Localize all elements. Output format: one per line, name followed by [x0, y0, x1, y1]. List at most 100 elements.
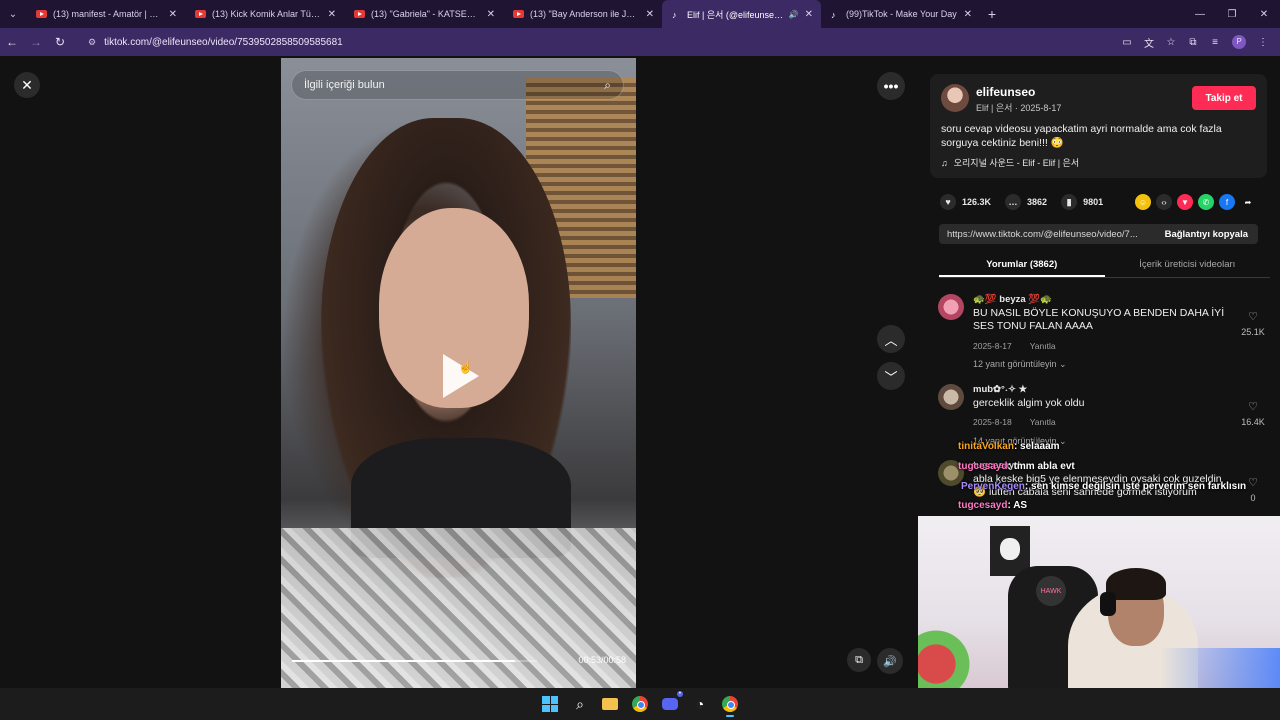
bookmark-star-icon[interactable]: ☆	[1160, 37, 1182, 48]
reply-link[interactable]: Yanıtla	[1030, 417, 1056, 427]
comment-stat[interactable]: … 3862	[1005, 194, 1047, 210]
comment-like-count: 16.4K	[1241, 417, 1265, 427]
reading-list-icon[interactable]: ≡	[1204, 37, 1226, 48]
facebook-icon[interactable]: f	[1219, 194, 1235, 210]
site-info-icon[interactable]: ⚙	[88, 37, 96, 48]
video-progress-bar[interactable]	[292, 660, 537, 662]
related-search-input[interactable]: İlgili içeriği bulun ⌕	[291, 70, 624, 100]
reload-icon[interactable]: ↻	[48, 28, 72, 56]
previous-video-button[interactable]: ︿	[877, 325, 905, 353]
save-count: 9801	[1083, 197, 1104, 207]
author-username[interactable]: elifeunseo	[976, 85, 1035, 99]
hand-cursor-icon: ☝	[458, 360, 473, 374]
tab-title: (13) "Gabriela" - KATSEYE - You	[371, 9, 481, 19]
translate-icon[interactable]: 文	[1138, 35, 1160, 50]
tiktok-icon: ♪	[672, 10, 677, 20]
search-placeholder: İlgili içeriği bulun	[304, 79, 385, 91]
youtube-icon	[354, 10, 365, 18]
profile-avatar[interactable]: P	[1232, 35, 1246, 49]
author-avatar[interactable]	[941, 84, 969, 112]
windows-start-icon[interactable]	[537, 691, 563, 717]
copy-link-box: https://www.tiktok.com/@elifeunseo/video…	[939, 224, 1258, 244]
commenter-avatar[interactable]	[938, 294, 964, 320]
more-options-button[interactable]: •••	[877, 72, 905, 100]
follow-button[interactable]: Takip et	[1192, 86, 1256, 110]
browser-tab-active[interactable]: ♪ Elif | 은서 (@elifeunseo) | Ti 🔊 ✕	[662, 0, 821, 28]
tab-creator-videos[interactable]: İçerik üreticisi videoları	[1105, 256, 1271, 277]
view-replies-link[interactable]: 12 yanıt görüntüleyin ⌄	[973, 359, 1067, 370]
chat-username: PervenKegen	[961, 481, 1025, 492]
obs-icon[interactable]: ◔	[687, 691, 713, 717]
close-icon[interactable]: ✕	[964, 9, 972, 20]
menu-dots-icon[interactable]: ⋮	[1252, 37, 1274, 48]
music-row[interactable]: ♫ 오리지널 사운드 - Elif - Elif | 은서	[941, 156, 1079, 169]
heart-outline-icon: ♡	[1248, 401, 1258, 413]
like-stat[interactable]: ♥ 126.3K	[940, 194, 991, 210]
chrome-icon[interactable]	[627, 691, 653, 717]
reply-link[interactable]: Yanıtla	[1030, 341, 1056, 351]
tab-comments[interactable]: Yorumlar (3862)	[939, 256, 1105, 277]
chat-text: : AS	[1007, 500, 1028, 511]
chat-message: PervenKegen: sen kimse değilsin işte per…	[961, 481, 1246, 492]
file-explorer-icon[interactable]	[597, 691, 623, 717]
chat-username: tugcesayd	[958, 461, 1008, 472]
commenter-name[interactable]: 🐢💯 beyza 💯🐢	[973, 294, 1052, 305]
close-icon[interactable]: ✕	[169, 9, 177, 20]
search-icon[interactable]: ⌕	[567, 691, 593, 717]
tab-search-chevron-icon[interactable]: ⌄	[0, 0, 26, 28]
close-window-icon[interactable]: ✕	[1248, 0, 1280, 28]
save-stat[interactable]: ▮ 9801	[1061, 194, 1103, 210]
url-field[interactable]: ⚙ tiktok.com/@elifeunseo/video/753950285…	[80, 32, 1165, 52]
commenter-name[interactable]: mub✿°˖✧ ★	[973, 384, 1027, 395]
comment-item: 🐢💯 beyza 💯🐢 BU NASIL BÖYLE KONUŞUYO A BE…	[938, 294, 1268, 376]
chat-username: tugcesayd	[958, 500, 1008, 511]
video-viewer: ✕ İlgili içeriği bulun ⌕ ☝ 00:53/00:58 •…	[0, 56, 918, 688]
browser-tab-1[interactable]: (13) manifest - Amatör | Official ✕	[26, 0, 185, 28]
discord-icon[interactable]: •	[657, 691, 683, 717]
close-icon[interactable]: ✕	[487, 9, 495, 20]
forward-icon[interactable]: →	[24, 28, 48, 56]
chrome-icon-active[interactable]	[717, 691, 743, 717]
new-tab-button[interactable]: +	[980, 0, 1004, 28]
youtube-icon	[36, 10, 47, 18]
video-player[interactable]: İlgili içeriği bulun ⌕ ☝ 00:53/00:58	[281, 58, 636, 688]
embed-icon[interactable]: ‹›	[1156, 194, 1172, 210]
speaker-icon[interactable]: 🔊	[789, 10, 799, 19]
search-icon[interactable]: ⌕	[604, 78, 611, 93]
author-display-date: Elif | 은서 · 2025-8-17	[976, 103, 1062, 113]
commenter-avatar[interactable]	[938, 384, 964, 410]
copy-link-button[interactable]: Bağlantıyı kopyala	[1155, 229, 1258, 240]
youtube-icon	[195, 10, 206, 18]
progress-fill	[292, 660, 515, 662]
next-video-button[interactable]: ﹀	[877, 362, 905, 390]
browser-tab-6[interactable]: ♪ (99)TikTok - Make Your Day ✕	[821, 0, 980, 28]
browser-tab-2[interactable]: (13) Kick Komik Anlar Türkiye R ✕	[185, 0, 344, 28]
comment-like[interactable]: ♡ 25.1K	[1238, 310, 1268, 337]
browser-tab-3[interactable]: (13) "Gabriela" - KATSEYE - You ✕	[344, 0, 503, 28]
volume-icon[interactable]: 🔊	[877, 648, 903, 674]
like-count: 126.3K	[962, 197, 992, 207]
close-icon[interactable]: ✕	[328, 9, 336, 20]
send-icon[interactable]: ▼	[1177, 194, 1193, 210]
tiktok-coin-icon[interactable]: ☺	[1135, 194, 1151, 210]
back-icon[interactable]: ←	[0, 28, 24, 56]
browser-tab-4[interactable]: (13) "Bay Anderson ile John W ✕	[503, 0, 662, 28]
close-icon[interactable]: ✕	[646, 9, 654, 20]
comment-like[interactable]: ♡ 16.4K	[1238, 400, 1268, 427]
close-video-button[interactable]: ✕	[14, 72, 40, 98]
music-title: 오리지널 사운드 - Elif - Elif | 은서	[953, 158, 1080, 168]
restore-icon[interactable]: ❐	[1216, 0, 1248, 28]
cast-icon[interactable]: ▭	[1116, 37, 1138, 48]
chat-text: : selaaam	[1013, 441, 1060, 452]
video-link[interactable]: https://www.tiktok.com/@elifeunseo/video…	[939, 229, 1155, 240]
tab-title: (13) Kick Komik Anlar Türkiye R	[212, 9, 322, 19]
extensions-icon[interactable]: ⧉	[1182, 37, 1204, 48]
close-icon[interactable]: ✕	[805, 9, 813, 20]
tab-title: (13) manifest - Amatör | Official	[53, 9, 163, 19]
picture-in-picture-icon[interactable]: ⧉	[847, 648, 871, 672]
tab-title: Elif | 은서 (@elifeunseo) | Ti	[687, 9, 785, 20]
share-arrow-icon[interactable]: ➦	[1240, 194, 1256, 210]
chat-message: tinitaVolkan: selaaam	[958, 441, 1060, 452]
minimize-icon[interactable]: —	[1184, 0, 1216, 28]
whatsapp-icon[interactable]: ✆	[1198, 194, 1214, 210]
